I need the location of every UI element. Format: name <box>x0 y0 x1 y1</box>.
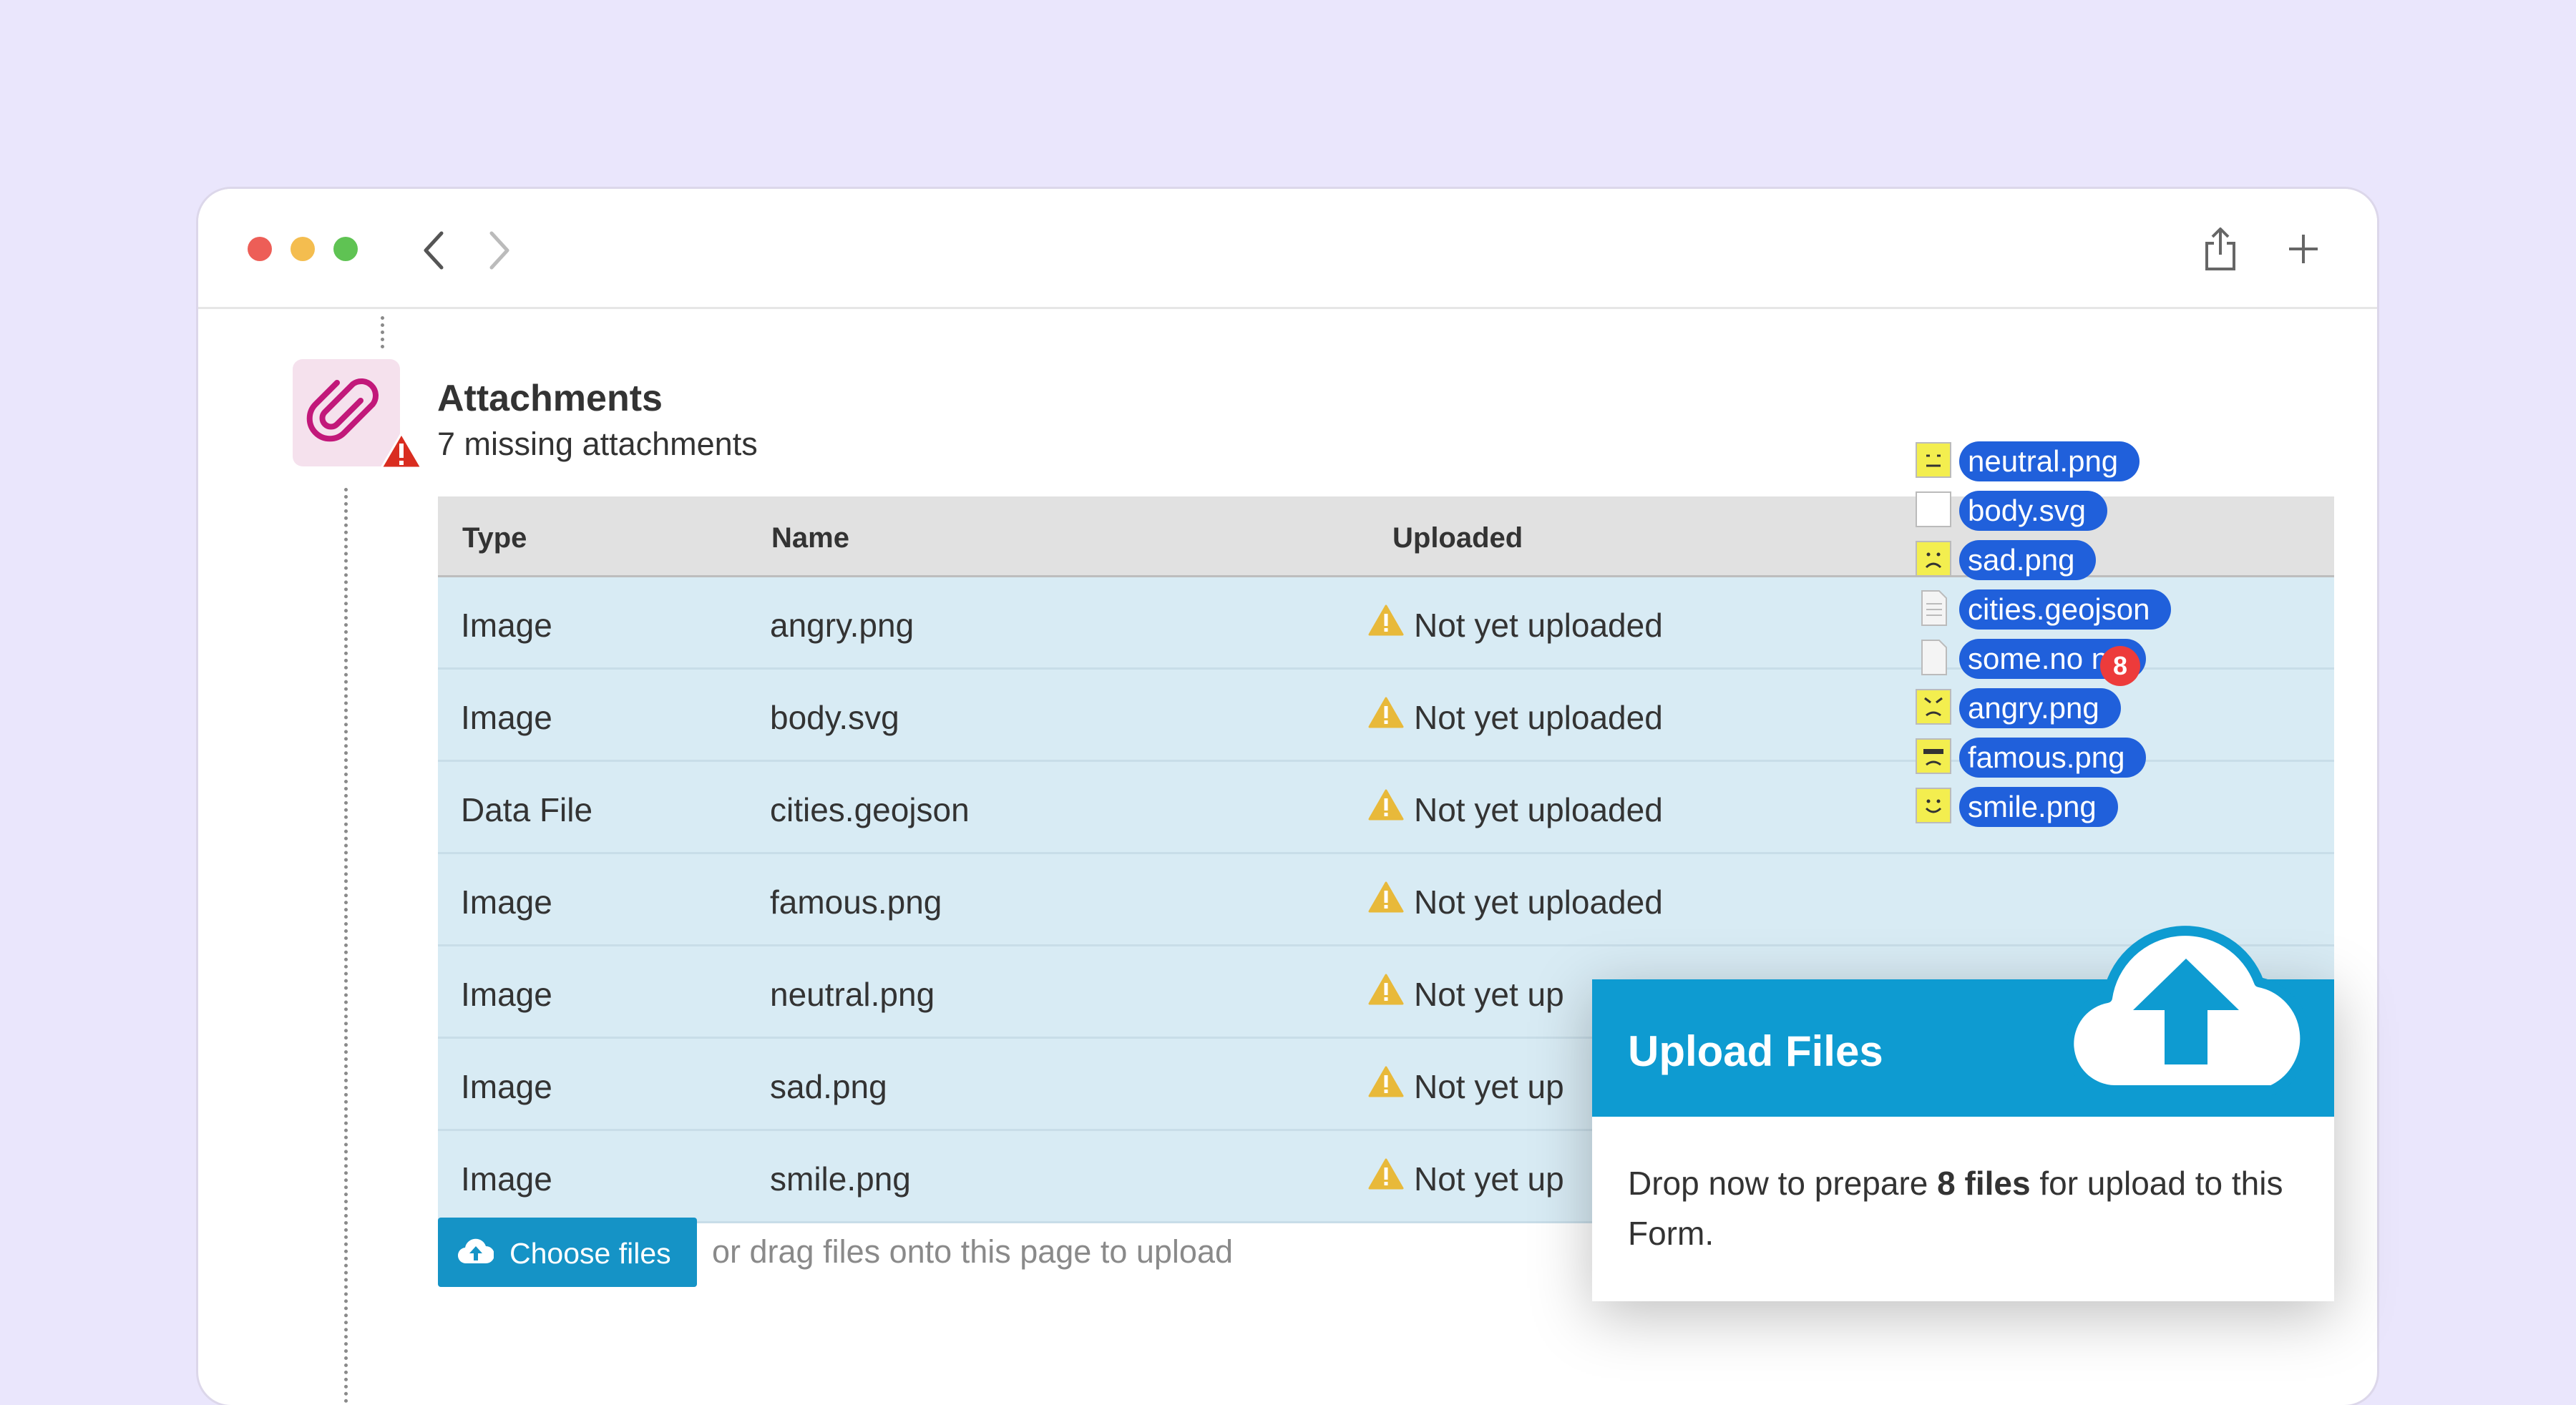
cell-uploaded-status: Not yet uploaded <box>1414 791 1663 828</box>
cell-uploaded-status: Not yet up <box>1414 1160 1564 1198</box>
error-warning-icon <box>380 432 423 469</box>
cell-name: smile.png <box>770 1160 911 1198</box>
cell-name: sad.png <box>770 1068 887 1105</box>
cell-name: cities.geojson <box>770 791 970 828</box>
upload-panel-message: Drop now to prepare 8 files for upload t… <box>1628 1158 2301 1258</box>
browser-toolbar <box>198 189 2377 309</box>
cell-type: Image <box>461 607 552 644</box>
choose-files-button[interactable]: Choose files <box>438 1218 697 1287</box>
warning-icon <box>1368 881 1404 913</box>
share-icon[interactable] <box>2202 226 2238 272</box>
cloud-upload-icon <box>458 1238 494 1264</box>
section-subtitle: 7 missing attachments <box>437 426 758 462</box>
cell-type: Data File <box>461 791 593 828</box>
blank-thumbnail-icon <box>1916 491 1951 527</box>
cell-name: angry.png <box>770 607 914 644</box>
maximize-window-button[interactable] <box>333 237 358 261</box>
column-header-uploaded: Uploaded <box>1392 522 1523 554</box>
cell-name: famous.png <box>770 883 942 921</box>
warning-icon <box>1368 789 1404 821</box>
warning-icon <box>1368 697 1404 728</box>
column-header-type: Type <box>462 522 527 554</box>
dragged-count-badge: 8 <box>2100 646 2140 686</box>
dragged-file-name: angry.png <box>1959 688 2121 728</box>
warning-icon <box>1368 604 1404 636</box>
cell-uploaded-status: Not yet up <box>1414 1068 1564 1105</box>
upload-file-count: 8 files <box>1937 1165 2031 1202</box>
neutral-face-thumbnail-icon <box>1916 442 1951 478</box>
cell-uploaded-status: Not yet uploaded <box>1414 699 1663 736</box>
dragged-file-name: cities.geojson <box>1959 589 2172 630</box>
warning-icon <box>1368 1066 1404 1097</box>
column-header-name: Name <box>771 522 849 554</box>
drag-hint: or drag files onto this page to upload <box>712 1233 1233 1270</box>
cell-uploaded-status: Not yet uploaded <box>1414 883 1663 921</box>
document-icon <box>1921 590 1947 626</box>
cell-name: body.svg <box>770 699 899 736</box>
dragged-file-name: neutral.png <box>1959 441 2140 481</box>
cell-type: Image <box>461 1068 552 1105</box>
famous-face-thumbnail-icon <box>1916 738 1951 774</box>
angry-face-thumbnail-icon <box>1916 689 1951 725</box>
minimize-window-button[interactable] <box>291 237 315 261</box>
table-row: Image famous.png Not yet uploaded <box>438 854 2334 946</box>
smile-face-thumbnail-icon <box>1916 788 1951 823</box>
dragged-file-name: body.svg <box>1959 491 2107 531</box>
choose-files-label: Choose files <box>509 1237 671 1270</box>
warning-icon <box>1368 1158 1404 1190</box>
section-title: Attachments <box>437 378 663 419</box>
sad-face-thumbnail-icon <box>1916 541 1951 577</box>
cell-type: Image <box>461 883 552 921</box>
dragged-file-name: famous.png <box>1959 738 2147 778</box>
dragged-file-name: sad.png <box>1959 540 2097 580</box>
dragged-file-name: smile.png <box>1959 787 2118 827</box>
back-arrow-icon[interactable] <box>420 229 449 272</box>
warning-icon <box>1368 974 1404 1005</box>
upload-message-prefix: Drop now to prepare <box>1628 1165 1938 1202</box>
cell-name: neutral.png <box>770 976 935 1013</box>
forward-arrow-icon[interactable] <box>484 229 513 272</box>
timeline-connector <box>381 316 384 348</box>
blank-document-icon <box>1921 640 1947 675</box>
timeline-line <box>344 488 348 1404</box>
new-tab-plus-icon[interactable] <box>2288 233 2319 265</box>
large-cloud-upload-icon <box>2064 926 2311 1095</box>
cell-uploaded-status: Not yet up <box>1414 976 1564 1013</box>
close-window-button[interactable] <box>248 237 272 261</box>
cell-type: Image <box>461 976 552 1013</box>
cell-type: Image <box>461 699 552 736</box>
cell-type: Image <box>461 1160 552 1198</box>
cell-uploaded-status: Not yet uploaded <box>1414 607 1663 644</box>
upload-panel-title: Upload Files <box>1628 1027 1883 1075</box>
